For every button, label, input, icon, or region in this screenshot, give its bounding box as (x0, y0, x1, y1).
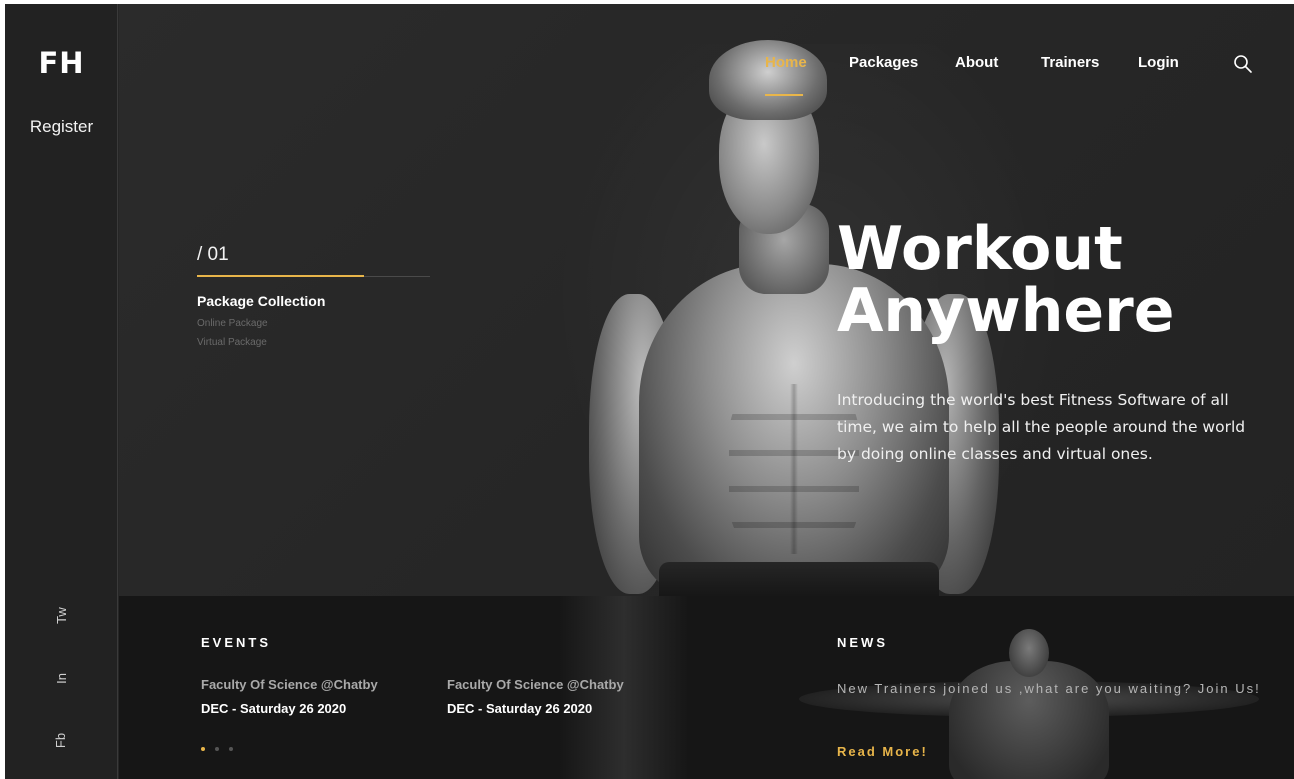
pagination-dot-1[interactable] (201, 747, 205, 751)
events-pagination (201, 747, 233, 751)
linkedin-icon: In (53, 672, 69, 684)
bottom-band: EVENTS Faculty Of Science @Chatby DEC - … (119, 596, 1294, 779)
event-date: DEC - Saturday 26 2020 (201, 701, 347, 716)
event-date: DEC - Saturday 26 2020 (447, 701, 593, 716)
virtual-package-link[interactable]: Virtual Package (197, 337, 437, 348)
linkedin-link[interactable]: In (48, 665, 74, 691)
hero-section: Home Packages About Trainers Login / 01 … (119, 4, 1294, 596)
nav-packages[interactable]: Packages (849, 54, 918, 71)
event-item[interactable]: Faculty Of Science @Chatby DEC - Saturda… (201, 677, 421, 716)
event-place: Faculty Of Science @Chatby (201, 677, 378, 692)
main-nav: Home Packages About Trainers Login (119, 4, 1294, 104)
facebook-link[interactable]: Fb (48, 727, 74, 753)
headline-line-1: Workout (837, 214, 1123, 284)
search-icon[interactable] (1232, 53, 1254, 75)
online-package-link[interactable]: Online Package (197, 318, 437, 329)
nav-about[interactable]: About (955, 54, 998, 71)
nav-login[interactable]: Login (1138, 54, 1179, 71)
package-collection-title: Package Collection (197, 293, 326, 309)
twitter-icon: Tw (53, 606, 69, 624)
headline-line-2: Anywhere (837, 276, 1175, 346)
event-place: Faculty Of Science @Chatby (447, 677, 624, 692)
hero-intro: Introducing the world's best Fitness Sof… (837, 391, 1246, 463)
slide-number: / 01 (197, 244, 229, 265)
facebook-icon: Fb (53, 732, 69, 748)
athlete-shorts (659, 562, 939, 596)
pagination-dot-3[interactable] (229, 747, 233, 751)
news-text: New Trainers joined us ,what are you wai… (837, 681, 1261, 696)
nav-trainers[interactable]: Trainers (1041, 54, 1099, 71)
read-more-link[interactable]: Read More! (837, 744, 928, 759)
package-collection: / 01 Package Collection Online Package V… (197, 244, 437, 348)
sidebar: FH Register Tw In Fb (5, 4, 118, 779)
news-athlete-head (1009, 629, 1049, 677)
nav-home[interactable]: Home (765, 54, 807, 71)
pagination-dot-2[interactable] (215, 747, 219, 751)
logo[interactable]: FH (5, 46, 118, 80)
register-link[interactable]: Register (5, 117, 118, 137)
events-title: EVENTS (201, 635, 272, 650)
nav-active-indicator (765, 94, 803, 96)
app-frame: FH Register Tw In Fb Home Packages About… (5, 4, 1294, 779)
slide-progress (197, 275, 430, 277)
event-item[interactable]: Faculty Of Science @Chatby DEC - Saturda… (447, 677, 667, 716)
hero-headline: Workout Anywhere (837, 218, 1277, 342)
twitter-link[interactable]: Tw (48, 602, 74, 628)
news-title: NEWS (837, 635, 888, 650)
